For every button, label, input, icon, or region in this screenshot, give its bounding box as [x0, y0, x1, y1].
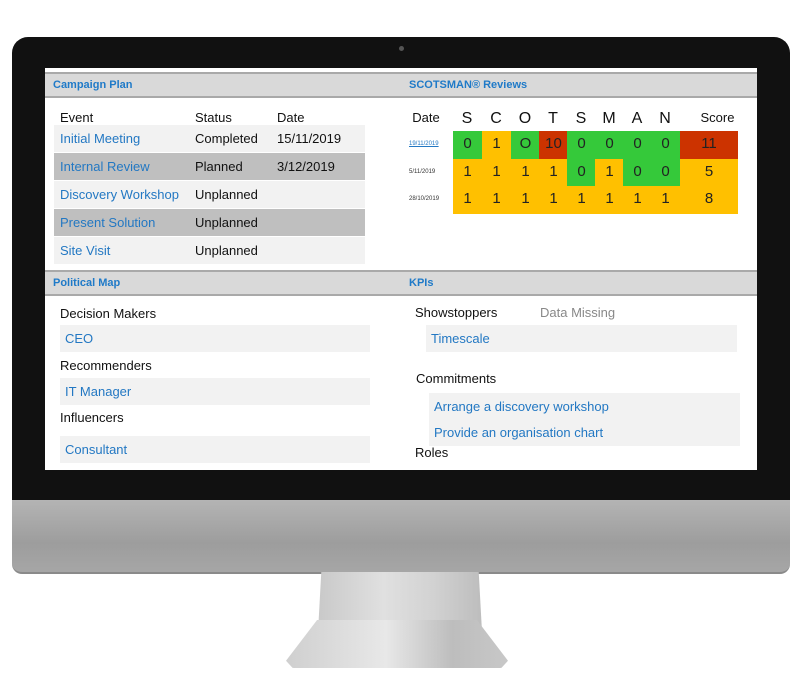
- review-score-cell: 1: [651, 186, 680, 214]
- kpis-header: KPIs: [401, 270, 757, 296]
- campaign-plan-row[interactable]: Present Solution Unplanned: [54, 209, 365, 236]
- political-map-header: Political Map: [45, 270, 401, 296]
- review-column-header: S: [575, 110, 587, 127]
- date-column-header: Date: [277, 110, 305, 125]
- campaign-plan-header: Campaign Plan: [45, 72, 401, 98]
- review-column-header: Score: [700, 110, 735, 125]
- reviews-header: SCOTSMAN® Reviews: [401, 72, 757, 98]
- event-date: 15/11/2019: [277, 131, 342, 146]
- decision-maker-item[interactable]: CEO: [60, 325, 370, 352]
- roles-label: Roles: [415, 445, 449, 460]
- screen: Campaign Plan SCOTSMAN® Reviews Event St…: [45, 68, 757, 470]
- influencer-item[interactable]: Consultant: [60, 436, 370, 463]
- review-score-cell: 0: [651, 159, 680, 187]
- showstopper-timescale[interactable]: Timescale: [431, 331, 490, 346]
- commitment-item[interactable]: Arrange a discovery workshop: [434, 399, 609, 414]
- review-score-cell: 0: [567, 159, 596, 187]
- review-date: 28/10/2019: [409, 196, 440, 202]
- event-link[interactable]: Discovery Workshop: [60, 187, 179, 202]
- recommenders-label: Recommenders: [60, 358, 152, 373]
- event-link[interactable]: Present Solution: [60, 215, 155, 230]
- influencers-label: Influencers: [60, 410, 124, 425]
- review-date: 5/11/2019: [409, 169, 436, 175]
- commitments-list: Arrange a discovery workshop Provide an …: [429, 393, 740, 446]
- review-column-header: T: [548, 110, 558, 127]
- review-score-cell: 0: [567, 131, 596, 159]
- review-score-cell: 0: [595, 131, 624, 159]
- review-score-cell: 10: [539, 131, 568, 159]
- review-score-cell: 1: [567, 186, 596, 214]
- review-score-cell: 1: [482, 159, 511, 187]
- review-score-cell: 1: [482, 131, 511, 159]
- recommender-item[interactable]: IT Manager: [60, 378, 370, 405]
- review-score-cell: 1: [539, 186, 568, 214]
- camera-icon: [399, 46, 404, 51]
- review-score-cell: 1: [511, 186, 540, 214]
- review-score-cell: 1: [539, 159, 568, 187]
- review-column-header: Date: [412, 110, 440, 125]
- review-column-header: O: [518, 110, 532, 127]
- review-total-score: 8: [680, 186, 738, 214]
- review-column-header: M: [602, 110, 616, 127]
- recommender-it-manager[interactable]: IT Manager: [65, 384, 131, 399]
- review-column-header: S: [461, 110, 473, 127]
- review-score-cell: 1: [595, 159, 624, 187]
- review-column-header: N: [659, 110, 671, 127]
- review-column-header: C: [490, 110, 502, 127]
- status-column-header: Status: [195, 110, 232, 125]
- commitment-item[interactable]: Provide an organisation chart: [434, 425, 603, 440]
- review-score-cell: 0: [623, 131, 652, 159]
- event-status: Unplanned: [195, 187, 258, 202]
- event-status: Unplanned: [195, 215, 258, 230]
- review-score-cell: 1: [511, 159, 540, 187]
- showstoppers-label: Showstoppers: [415, 305, 498, 320]
- review-score-cell: 0: [623, 159, 652, 187]
- review-score-cell: 0: [453, 131, 482, 159]
- data-missing-label: Data Missing: [540, 305, 616, 320]
- commitments-label: Commitments: [416, 371, 497, 386]
- event-date: 3/12/2019: [277, 159, 335, 174]
- campaign-plan-row[interactable]: Site Visit Unplanned: [54, 237, 365, 264]
- campaign-plan-row[interactable]: Initial Meeting Completed 15/11/2019: [54, 125, 365, 152]
- showstopper-item[interactable]: Timescale: [426, 325, 737, 352]
- review-score-cell: 1: [595, 186, 624, 214]
- event-status: Unplanned: [195, 243, 258, 258]
- campaign-plan-row[interactable]: Internal Review Planned 3/12/2019: [54, 153, 365, 180]
- review-score-cell: 0: [651, 131, 680, 159]
- event-link[interactable]: Site Visit: [60, 243, 110, 258]
- decision-maker-ceo[interactable]: CEO: [65, 331, 93, 346]
- influencer-consultant[interactable]: Consultant: [65, 442, 127, 457]
- event-status: Planned: [195, 159, 243, 174]
- event-link[interactable]: Internal Review: [60, 159, 150, 174]
- monitor-stand-foot: [286, 620, 508, 668]
- review-total-score: 5: [680, 159, 738, 187]
- review-score-cell: 1: [623, 186, 652, 214]
- review-score-cell: 1: [453, 159, 482, 187]
- review-score-cell: 1: [482, 186, 511, 214]
- event-column-header: Event: [60, 110, 94, 125]
- monitor-chin: [12, 500, 790, 574]
- review-score-cell: O: [511, 131, 540, 159]
- decision-makers-label: Decision Makers: [60, 306, 157, 321]
- review-total-score: 11: [680, 131, 738, 159]
- event-status: Completed: [195, 131, 258, 146]
- event-link[interactable]: Initial Meeting: [60, 131, 140, 146]
- review-score-cell: 1: [453, 186, 482, 214]
- review-column-header: A: [631, 110, 643, 127]
- campaign-plan-row[interactable]: Discovery Workshop Unplanned: [54, 181, 365, 208]
- review-date[interactable]: 19/11/2019: [409, 141, 439, 147]
